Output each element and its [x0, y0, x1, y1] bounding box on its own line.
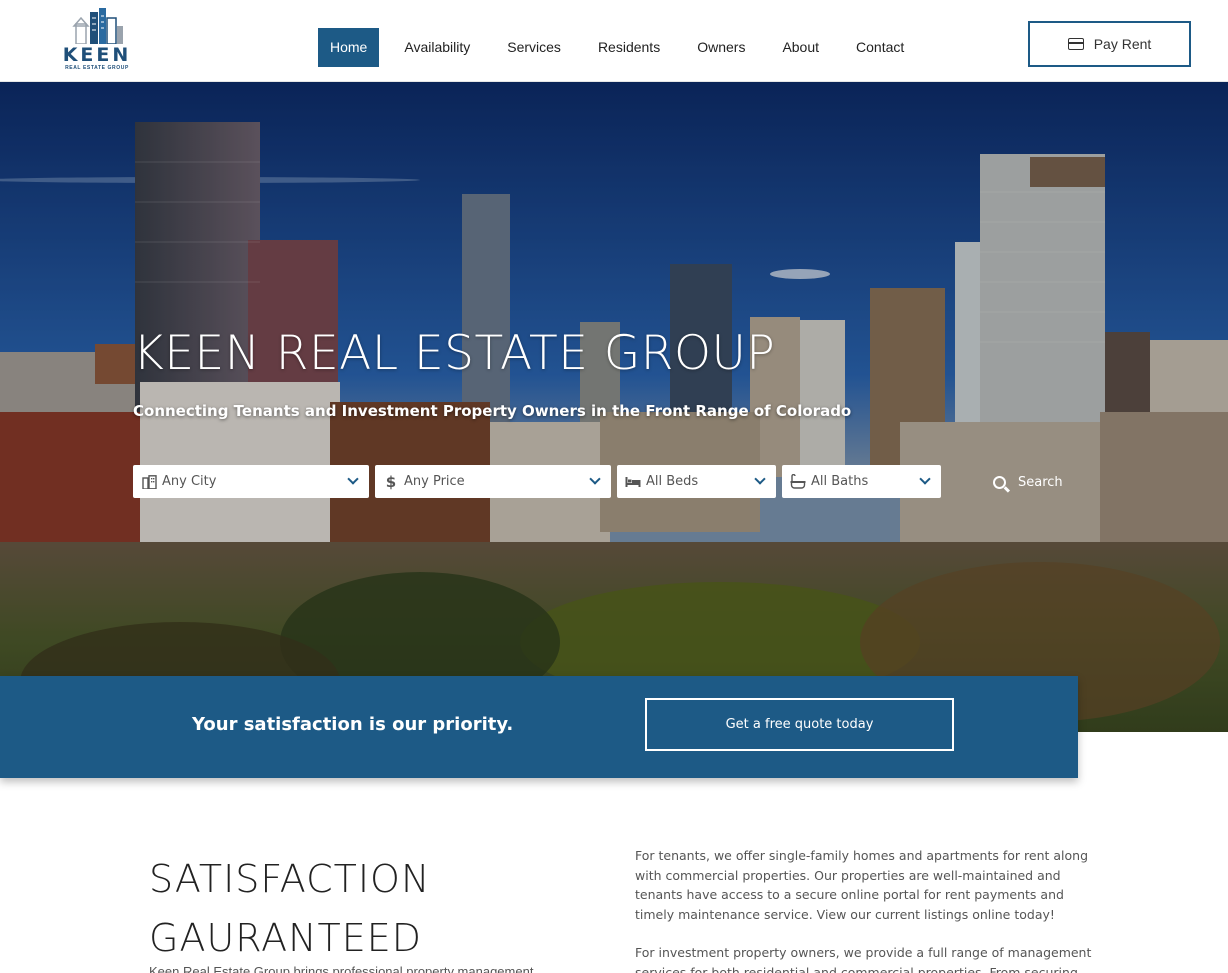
cta-band: Your satisfaction is our priority. Get a…: [0, 676, 1078, 778]
free-quote-button[interactable]: Get a free quote today: [645, 698, 954, 751]
logo[interactable]: KEEN REAL ESTATE GROUP: [58, 8, 138, 72]
hero-subtitle: Connecting Tenants and Investment Proper…: [133, 402, 852, 420]
dollar-icon: $: [385, 472, 397, 491]
city-select-value: Any City: [162, 474, 217, 489]
search-label: Search: [1018, 474, 1063, 490]
owners-paragraph: For investment property owners, we provi…: [635, 945, 1092, 973]
bed-icon: [625, 474, 641, 490]
city-select[interactable]: Any City: [133, 465, 369, 498]
pay-rent-label: Pay Rent: [1093, 36, 1152, 52]
chevron-down-icon: [589, 473, 601, 485]
nav-about[interactable]: About: [770, 28, 831, 67]
chevron-down-icon: [919, 473, 931, 485]
section-heading-line1: SATISFACTION: [149, 857, 431, 901]
baths-select[interactable]: All Baths: [782, 465, 941, 498]
beds-select[interactable]: All Beds: [617, 465, 776, 498]
pay-rent-button[interactable]: Pay Rent: [1028, 21, 1191, 67]
price-select-value: Any Price: [404, 474, 465, 489]
logo-buildings-icon: [72, 8, 123, 44]
tenants-paragraph: For tenants, we offer single-family home…: [635, 848, 1089, 922]
section-heading-line2: GAURANTEED: [149, 916, 423, 960]
main-nav: Home Availability Services Residents Own…: [318, 28, 929, 67]
chevron-down-icon: [754, 473, 766, 485]
search-icon: [993, 475, 1006, 489]
price-select[interactable]: $ Any Price: [375, 465, 611, 498]
section-heading: SATISFACTION GAURANTEED: [149, 850, 430, 968]
beds-select-value: All Beds: [646, 474, 699, 489]
nav-contact[interactable]: Contact: [844, 28, 916, 67]
intro-paragraph: Keen Real Estate Group brings profession…: [149, 964, 534, 973]
logo-wordmark: KEEN: [62, 44, 132, 66]
nav-home[interactable]: Home: [318, 28, 380, 67]
chevron-down-icon: [347, 473, 359, 485]
nav-owners[interactable]: Owners: [685, 28, 757, 67]
cta-text: Your satisfaction is our priority.: [192, 714, 514, 735]
site-header: KEEN REAL ESTATE GROUP Home Availability…: [0, 0, 1228, 82]
search-button[interactable]: Search: [993, 470, 1063, 494]
credit-card-icon: [1067, 38, 1084, 50]
building-icon: [141, 474, 157, 490]
logo-tagline: REAL ESTATE GROUP: [65, 65, 129, 71]
nav-residents[interactable]: Residents: [586, 28, 672, 67]
bathtub-icon: [790, 474, 806, 490]
nav-availability[interactable]: Availability: [392, 28, 482, 67]
nav-services[interactable]: Services: [495, 28, 573, 67]
hero-title: KEEN REAL ESTATE GROUP: [133, 326, 776, 381]
services-text: For tenants, we offer single-family home…: [635, 846, 1105, 973]
baths-select-value: All Baths: [811, 474, 869, 489]
